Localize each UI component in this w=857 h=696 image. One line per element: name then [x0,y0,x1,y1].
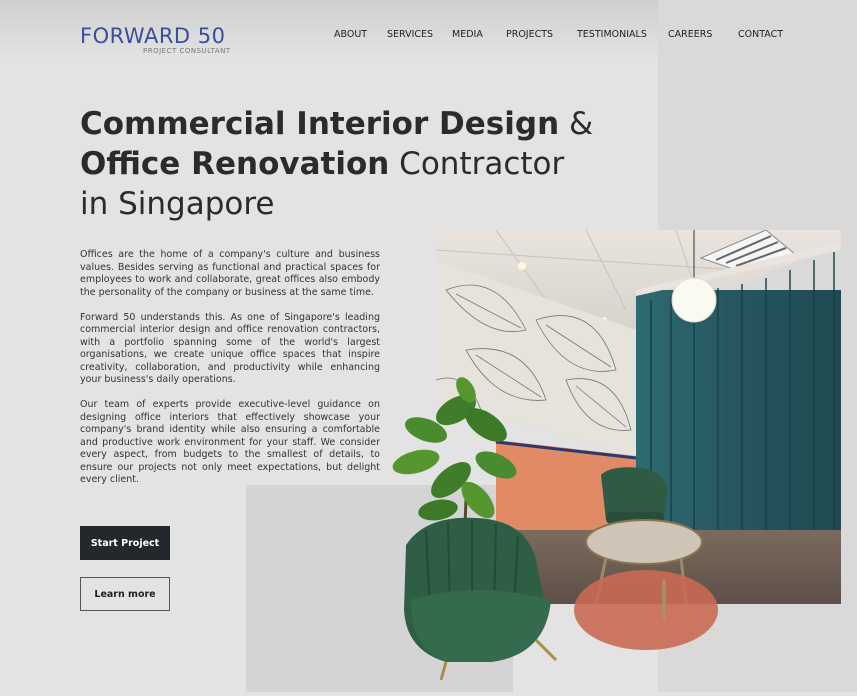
nav-services[interactable]: SERVICES [387,29,433,40]
nav-about[interactable]: ABOUT [334,29,367,40]
intro-paragraph-3: Our team of experts provide executive-le… [80,399,380,485]
intro-paragraph-2: Forward 50 understands this. As one of S… [80,311,380,386]
nav-contact[interactable]: CONTACT [738,29,783,40]
rug-icon [574,570,718,650]
brand-name: FORWARD 50 [80,24,226,48]
decor-illustration [386,370,726,692]
nav-testimonials[interactable]: TESTIMONIALS [577,29,647,40]
hero-line-3: in Singapore [80,186,275,222]
hero-line-1-rest: & [559,106,594,142]
hero-line-1-bold: Commercial Interior Design [80,106,560,142]
hero-line-2-rest: Contractor [389,146,565,182]
intro-text: Offices are the home of a company's cult… [80,249,380,499]
hero-line-2-bold: Office Renovation [80,146,390,182]
nav-projects[interactable]: PROJECTS [506,29,553,40]
armchair-icon [404,517,558,681]
brand-tagline: PROJECT CONSULTANT [143,47,231,55]
learn-more-button[interactable]: Learn more [80,577,170,611]
start-project-button[interactable]: Start Project [80,526,170,560]
nav-careers[interactable]: CAREERS [668,29,712,40]
hero-line-1: Commercial Interior Design & [80,104,593,144]
hero-line-2: Office Renovation Contractor [80,144,580,184]
intro-paragraph-1: Offices are the home of a company's cult… [80,249,380,298]
brand-logo[interactable]: FORWARD 50 PROJECT CONSULTANT [80,24,230,55]
hero-heading: Commercial Interior Design & Office Reno… [80,104,593,224]
nav-media[interactable]: MEDIA [452,29,483,40]
